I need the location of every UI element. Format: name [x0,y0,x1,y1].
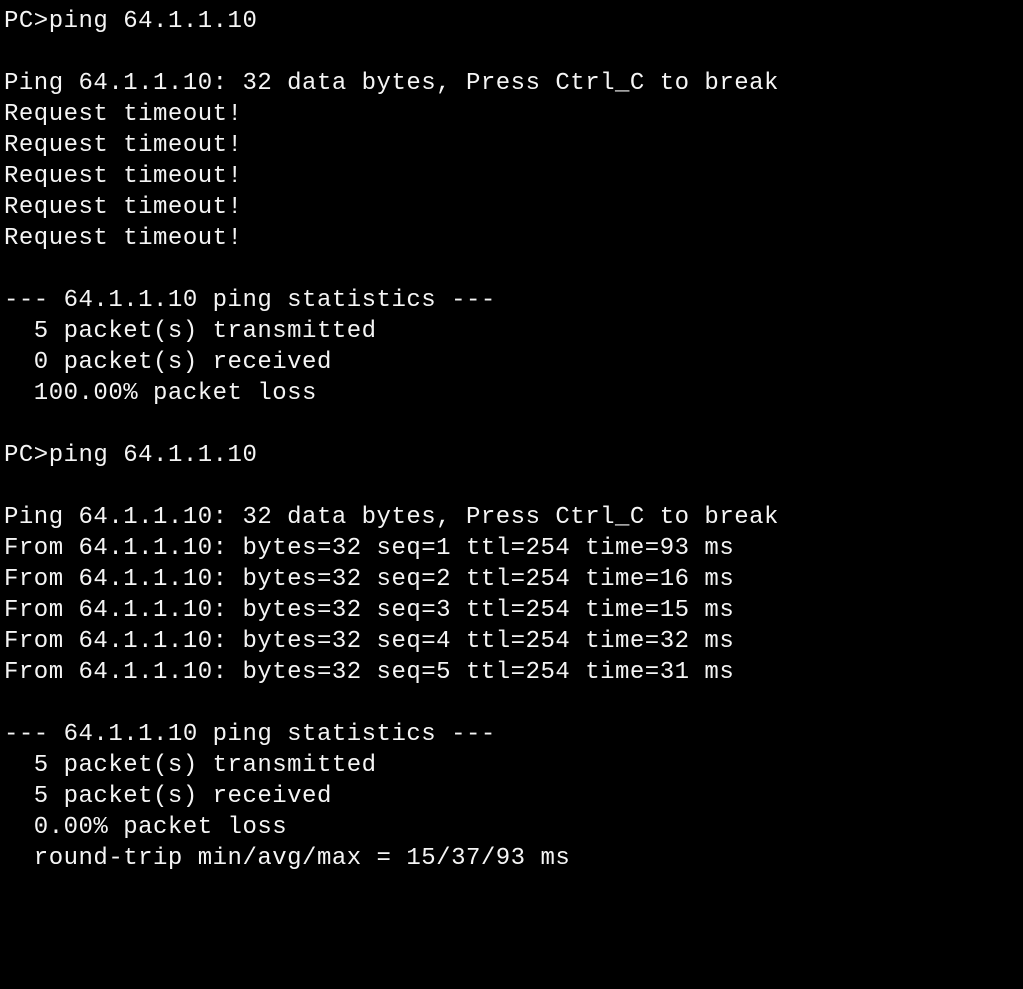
ping-reply: Request timeout! [4,194,242,221]
ping-header: Ping 64.1.1.10: 32 data bytes, Press Ctr… [4,504,779,531]
stats-line: round-trip min/avg/max = 15/37/93 ms [4,845,570,872]
stats-line: 5 packet(s) received [4,783,332,810]
terminal-output[interactable]: PC>ping 64.1.1.10 Ping 64.1.1.10: 32 dat… [0,0,1023,880]
stats-line: 5 packet(s) transmitted [4,752,377,779]
stats-line: 5 packet(s) transmitted [4,318,377,345]
ping-reply: Request timeout! [4,225,242,252]
stats-line: 100.00% packet loss [4,380,317,407]
stats-line: 0 packet(s) received [4,349,332,376]
ping-reply: Request timeout! [4,163,242,190]
ping-reply: From 64.1.1.10: bytes=32 seq=5 ttl=254 t… [4,659,734,686]
ping-reply: From 64.1.1.10: bytes=32 seq=1 ttl=254 t… [4,535,734,562]
ping-reply: From 64.1.1.10: bytes=32 seq=2 ttl=254 t… [4,566,734,593]
prompt: PC> [4,8,49,35]
ping-reply: Request timeout! [4,132,242,159]
ping-reply: Request timeout! [4,101,242,128]
stats-line: 0.00% packet loss [4,814,287,841]
ping-header: Ping 64.1.1.10: 32 data bytes, Press Ctr… [4,70,779,97]
stats-title: --- 64.1.1.10 ping statistics --- [4,721,496,748]
command-text: ping 64.1.1.10 [49,8,258,35]
command-text: ping 64.1.1.10 [49,442,258,469]
ping-reply: From 64.1.1.10: bytes=32 seq=3 ttl=254 t… [4,597,734,624]
prompt: PC> [4,442,49,469]
stats-title: --- 64.1.1.10 ping statistics --- [4,287,496,314]
ping-reply: From 64.1.1.10: bytes=32 seq=4 ttl=254 t… [4,628,734,655]
